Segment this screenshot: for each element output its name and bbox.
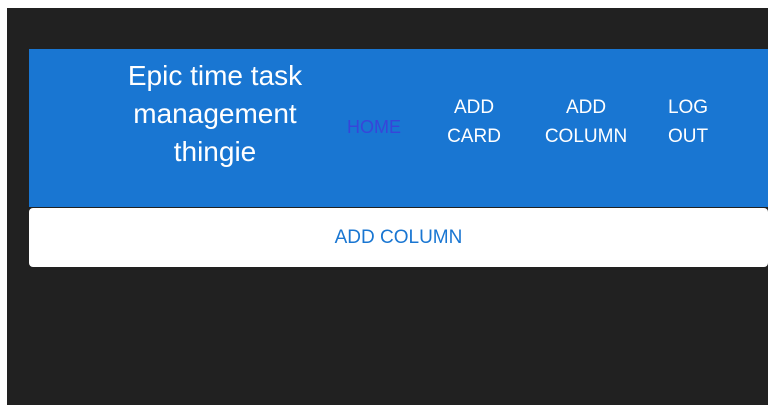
nav-logout-label-line1: LOG xyxy=(667,97,709,118)
nav-add-card-label-line2: CARD xyxy=(447,126,501,147)
app-title: Epic time task management thingie xyxy=(127,60,303,167)
nav-add-column-label-line2: COLUMN xyxy=(544,126,628,147)
app-viewport: Epic time task management thingie HOME A… xyxy=(7,8,768,405)
nav-home-link[interactable]: HOME xyxy=(337,113,411,142)
add-column-button[interactable]: ADD COLUMN xyxy=(29,208,768,267)
nav-add-card-label-line1: ADD xyxy=(453,97,495,118)
nav-add-column-button[interactable]: ADD COLUMN xyxy=(529,93,643,151)
nav-add-card-button[interactable]: ADD CARD xyxy=(439,93,509,151)
nav-add-column-label-line1: ADD xyxy=(565,97,607,118)
app-bar: Epic time task management thingie HOME A… xyxy=(29,49,768,207)
nav-logout-button[interactable]: LOG OUT xyxy=(661,93,715,151)
nav-logout-label-line2: OUT xyxy=(667,126,709,147)
